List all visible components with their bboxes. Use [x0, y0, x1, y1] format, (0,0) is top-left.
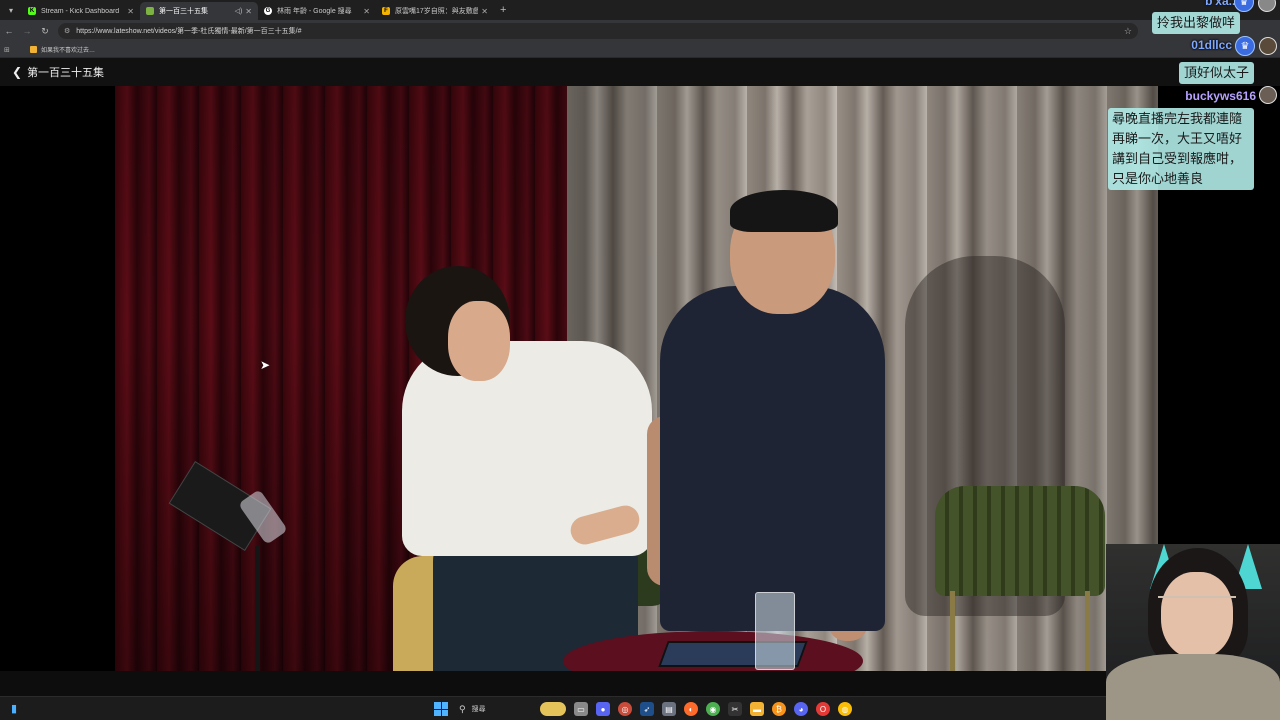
- player-bottom-bar: [0, 671, 1280, 696]
- chat-line: 再睇一次，大王又唔好: [1112, 131, 1243, 146]
- chevron-left-icon: ❮: [12, 65, 23, 79]
- chat-line: 尋晚直播完左我都連隨: [1112, 111, 1243, 126]
- subscriber-badge-icon: ♛: [1235, 36, 1255, 56]
- taskbar-app-icons: ▭ ● ◎ ➶ ▤ ◐ ◉ ✂ ▬ ₿ ◕ O ◍: [536, 700, 856, 718]
- video-player[interactable]: [115, 86, 1158, 671]
- opera-icon[interactable]: ₿: [772, 702, 786, 716]
- kick-logo-icon: K: [28, 7, 36, 15]
- apps-grid-icon[interactable]: ⊞: [4, 46, 18, 54]
- tab-title: 第一百三十五集: [159, 8, 208, 15]
- close-icon[interactable]: ✕: [127, 7, 134, 16]
- url-text: https://www.lateshow.net/videos/第一季-杜氏獨情…: [76, 28, 302, 35]
- taskbar-search[interactable]: ⚲ 搜尋: [454, 700, 534, 718]
- tab-search-icon[interactable]: ▾: [0, 0, 22, 20]
- search-icon: ⚲: [459, 703, 466, 714]
- reload-icon[interactable]: ↻: [36, 26, 54, 37]
- chat-message-long: 尋晚直播完左我都連隨 再睇一次，大王又唔好 講到自己受到報應咁， 只是你心地善良: [1108, 108, 1254, 190]
- water-glass: [755, 592, 795, 670]
- tab-title: 原雲嘴17岁自照：與友敷戲山…: [395, 8, 479, 15]
- capcut-icon[interactable]: ◐: [684, 702, 698, 716]
- site-logo-icon: [146, 7, 154, 15]
- chat-avatar: [1259, 86, 1277, 104]
- close-icon[interactable]: ✕: [481, 7, 488, 16]
- forward-arrow-icon[interactable]: →: [18, 26, 36, 36]
- chrome-canary-icon[interactable]: ◕: [794, 702, 808, 716]
- stream-chat-overlay: b'xa..x ♛ 拎我出黎做咩 01dllcc ♛ 頂好似太子 buckyws…: [1040, 0, 1280, 200]
- chrome-active-icon[interactable]: ◍: [838, 702, 852, 716]
- windows-start-icon[interactable]: [434, 702, 448, 716]
- tab-kick-dashboard[interactable]: K Stream - Kick Dashboard ✕: [22, 2, 140, 20]
- bookmark-label: 如果我不喜欢过去…: [41, 48, 96, 54]
- photos-icon[interactable]: ◎: [618, 702, 632, 716]
- bookmark-item[interactable]: 如果我不喜欢过去…: [30, 45, 95, 54]
- close-icon[interactable]: ✕: [245, 7, 252, 16]
- subscriber-badge-icon: ♛: [1234, 0, 1254, 12]
- taskbar-search-label: 搜尋: [471, 706, 486, 713]
- chat-username: buckyws616: [1185, 89, 1256, 103]
- streamer-webcam: [1106, 544, 1280, 720]
- standing-man-navy-shirt: [660, 286, 885, 631]
- new-tab-icon[interactable]: +: [500, 4, 506, 16]
- streamer-glasses: [1158, 596, 1236, 616]
- chat-username: 01dllcc: [1191, 38, 1232, 52]
- green-leather-chair: [935, 486, 1105, 596]
- file-explorer-icon[interactable]: [540, 702, 566, 716]
- chat-icon[interactable]: ▭: [574, 702, 588, 716]
- steam-icon[interactable]: ●: [596, 702, 610, 716]
- chat-avatar: [1259, 37, 1277, 55]
- tab-title: 林雨 年齡 - Google 搜尋: [277, 8, 352, 15]
- back-arrow-icon[interactable]: ←: [0, 26, 18, 36]
- folder-icon[interactable]: ◉: [706, 702, 720, 716]
- google-logo-icon: G: [264, 7, 272, 15]
- widgets-icon[interactable]: ▮: [7, 702, 21, 716]
- mouse-cursor-icon: ➤: [260, 358, 271, 372]
- firefox-icon[interactable]: ➶: [640, 702, 654, 716]
- chat-avatar: [1258, 0, 1276, 12]
- speaker-icon[interactable]: ◁): [235, 7, 243, 15]
- chat-line: 講到自己受到報應咁，: [1112, 151, 1243, 166]
- tab-current-video[interactable]: 第一百三十五集 ◁) ✕: [140, 2, 258, 20]
- tab-title: Stream - Kick Dashboard: [41, 7, 120, 15]
- chrome-icon[interactable]: ▤: [662, 702, 676, 716]
- windows-taskbar: ▮ ⚲ 搜尋 ▭ ● ◎ ➶ ▤ ◐ ◉ ✂ ▬ ₿ ◕ O ◍: [0, 696, 1106, 720]
- news-logo-icon: F: [382, 7, 390, 15]
- chair-legs: [950, 591, 1090, 671]
- chat-line: 只是你心地善良: [1112, 171, 1204, 186]
- bitcoin-icon[interactable]: ✂: [728, 702, 742, 716]
- address-bar[interactable]: ⚙ https://www.lateshow.net/videos/第一季-杜氏…: [58, 23, 1138, 39]
- chat-message: 拎我出黎做咩: [1151, 12, 1240, 34]
- discord-icon[interactable]: ▬: [750, 702, 764, 716]
- tab-news[interactable]: F 原雲嘴17岁自照：與友敷戲山… ✕: [376, 2, 494, 20]
- seated-man-face: [448, 301, 510, 381]
- page-title: 第一百三十五集: [27, 67, 105, 79]
- bookmark-favicon-icon: [30, 46, 37, 53]
- tab-google-search[interactable]: G 林雨 年齡 - Google 搜尋 ✕: [258, 2, 376, 20]
- site-info-icon[interactable]: ⚙: [64, 27, 70, 35]
- chat-message: 頂好似太子: [1178, 62, 1254, 84]
- music-stand-pole: [255, 546, 260, 671]
- record-icon[interactable]: O: [816, 702, 830, 716]
- back-link[interactable]: ❮ 第一百三十五集: [12, 64, 104, 80]
- streamer-shirt: [1106, 654, 1280, 720]
- standing-man-hair: [730, 190, 838, 232]
- close-icon[interactable]: ✕: [363, 7, 370, 16]
